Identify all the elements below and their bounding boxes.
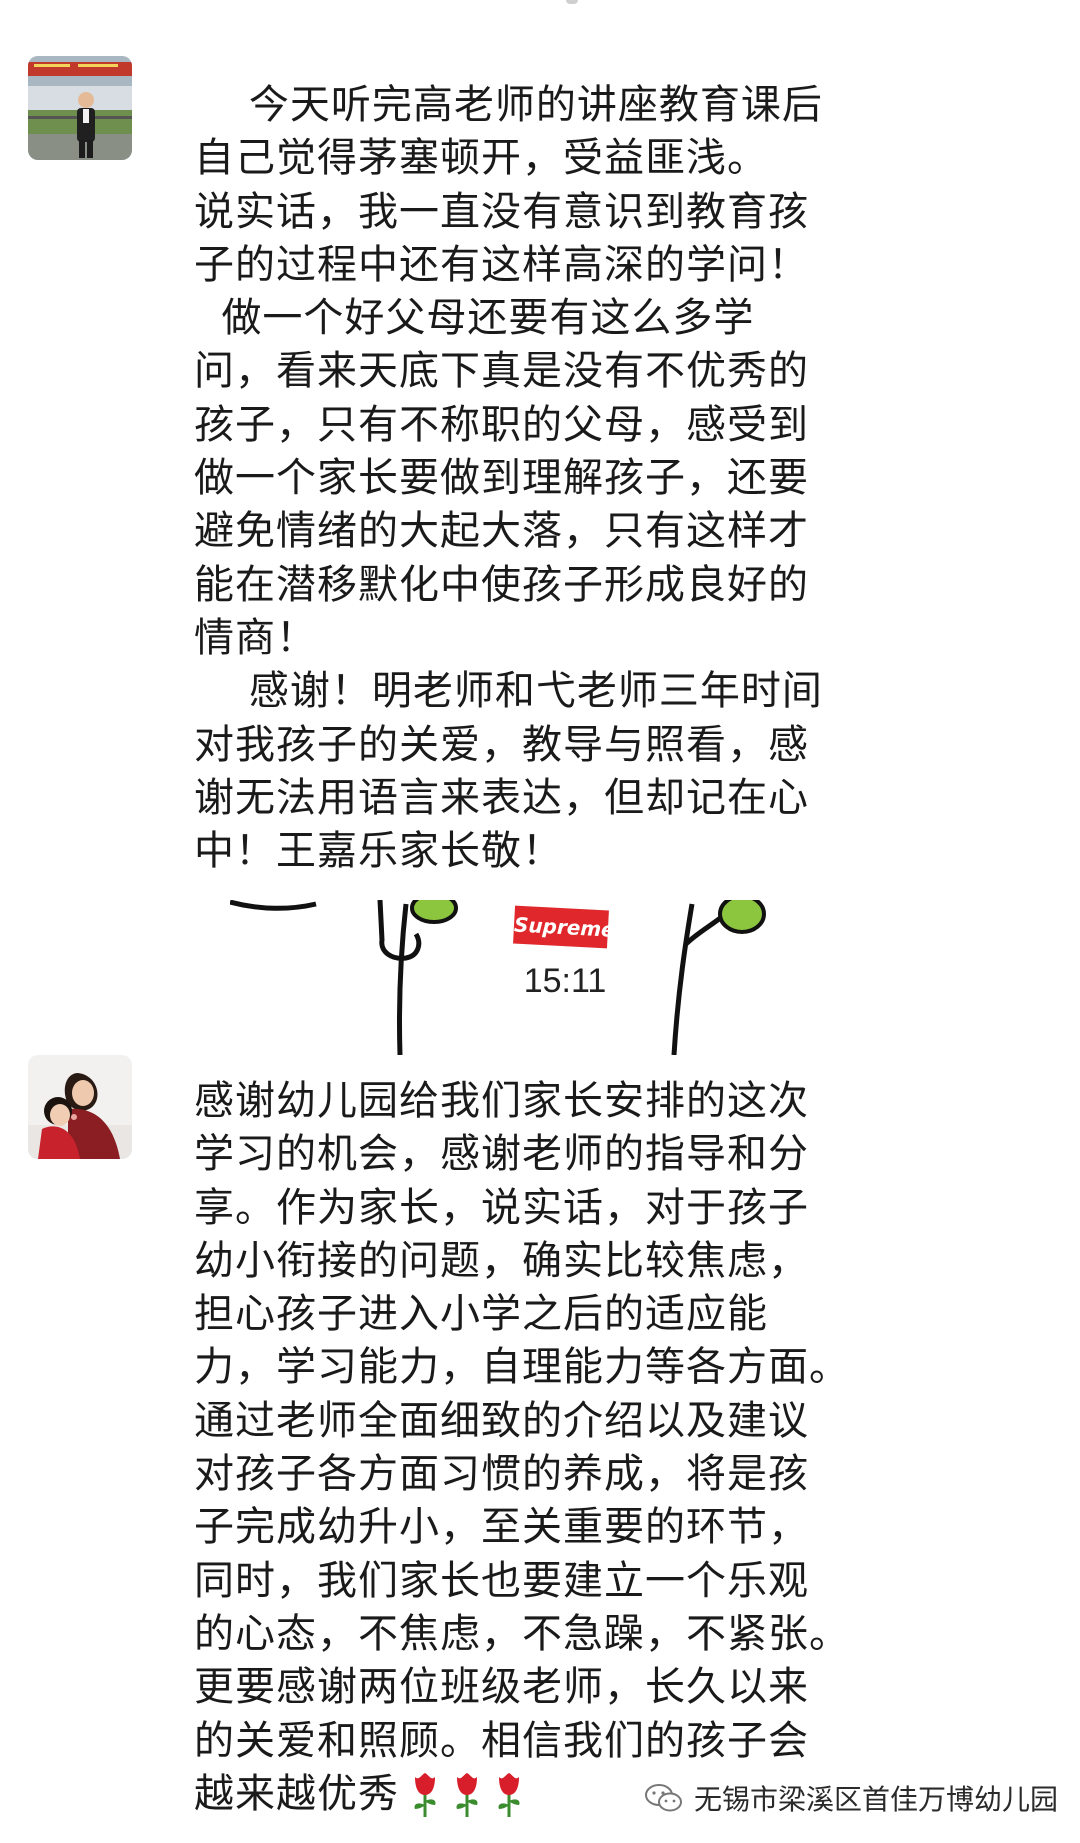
mother-child-avatar[interactable] (28, 1055, 132, 1159)
rose-icon (456, 1772, 478, 1817)
rose-icon (498, 1772, 520, 1817)
message-text-2: 感谢幼儿园给我们家长安排的这次 学习的机会，感谢老师的指导和分 享。作为家长，说… (194, 1075, 894, 1821)
message-text-1: 今天听完高老师的讲座教育课后 自己觉得茅塞顿开，受益匪浅。 说实话，我一直没有意… (194, 82, 823, 875)
wechat-watermark: 无锡市梁溪区首佳万博幼儿园 (644, 1778, 1058, 1818)
cartoon-sticker[interactable]: Supreme 15:11 (230, 900, 790, 1055)
man-portrait-avatar[interactable] (28, 56, 132, 160)
wechat-icon (645, 1784, 682, 1812)
supreme-badge: Supreme (513, 905, 615, 949)
rose-icon (414, 1772, 436, 1817)
top-scroll-indicator (566, 0, 578, 4)
message-text-2-body: 感谢幼儿园给我们家长安排的这次 学习的机会，感谢老师的指导和分 享。作为家长，说… (194, 1078, 850, 1817)
sticker-time: 15:11 (523, 962, 607, 1000)
watermark-text: 无锡市梁溪区首佳万博幼儿园 (694, 1783, 1059, 1816)
